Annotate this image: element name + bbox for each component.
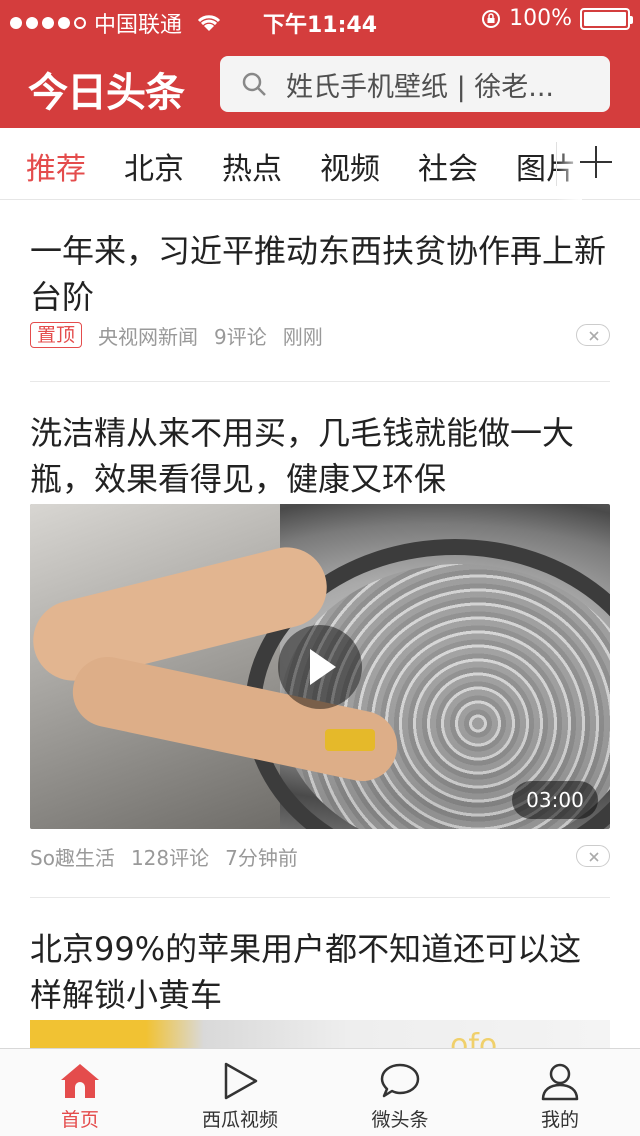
battery-icon [580, 7, 633, 30]
app-header: 中国联通 下午11:44 100% 今日头条 姓氏手机壁纸 | 徐老... [0, 0, 640, 128]
article-item[interactable]: 洗洁精从来不用买，几毛钱就能做一大瓶，效果看得见，健康又环保 [30, 410, 610, 502]
article-meta: So趣生活 128评论 7分钟前 [30, 842, 314, 870]
tab-recommend[interactable]: 推荐 [26, 144, 86, 188]
article-title[interactable]: 北京99%的苹果用户都不知道还可以这样解锁小黄车 [30, 926, 610, 1018]
chat-bubble-icon [380, 1063, 420, 1098]
bottom-tab-bar: 首页 西瓜视频 微头条 我的 [0, 1048, 640, 1136]
article-comments: 128评论 [130, 845, 210, 870]
add-channel-icon[interactable] [580, 146, 612, 178]
dismiss-button[interactable] [576, 845, 610, 867]
article-item[interactable]: 一年来，习近平推动东西扶贫协作再上新台阶 [30, 228, 610, 320]
feed-divider [30, 381, 610, 382]
article-item[interactable]: 北京99%的苹果用户都不知道还可以这样解锁小黄车 [30, 926, 610, 1018]
bike-logo-image: ofo [450, 1028, 498, 1048]
status-bar: 中国联通 下午11:44 100% [0, 0, 640, 40]
app-bar: 今日头条 姓氏手机壁纸 | 徐老... [0, 40, 640, 128]
article-comments: 9评论 [214, 324, 267, 349]
tab-divider [556, 142, 557, 186]
tab-video[interactable]: 视频 [320, 144, 380, 188]
tabbar-profile[interactable]: 我的 [480, 1049, 640, 1136]
article-source[interactable]: 央视网新闻 [98, 321, 198, 350]
dismiss-button[interactable] [576, 324, 610, 346]
article-time: 刚刚 [282, 324, 323, 349]
article-thumbnail[interactable]: ofo [30, 1020, 610, 1048]
article-meta: 置顶 央视网新闻 9评论 刚刚 [30, 321, 339, 349]
tabbar-label: 西瓜视频 [201, 1109, 278, 1131]
channel-tabs: 推荐 北京 热点 视频 社会 图片 [0, 128, 640, 200]
tab-beijing[interactable]: 北京 [124, 144, 184, 188]
tabbar-micro-headlines[interactable]: 微头条 [320, 1049, 480, 1136]
search-icon [242, 72, 266, 96]
pinned-badge: 置顶 [30, 322, 83, 348]
video-duration: 03:00 [512, 781, 598, 819]
search-bar[interactable]: 姓氏手机壁纸 | 徐老... [220, 56, 610, 112]
person-icon [541, 1063, 579, 1101]
article-time: 7分钟前 [225, 845, 298, 870]
play-icon [224, 1062, 258, 1100]
article-title[interactable]: 一年来，习近平推动东西扶贫协作再上新台阶 [30, 228, 610, 320]
search-placeholder: 姓氏手机壁纸 | 徐老... [286, 71, 555, 103]
home-icon [61, 1064, 99, 1098]
feed-divider [30, 897, 610, 898]
tabbar-xigua-video[interactable]: 西瓜视频 [160, 1049, 320, 1136]
tabbar-home[interactable]: 首页 [0, 1049, 160, 1136]
tabbar-label: 首页 [60, 1109, 99, 1131]
video-thumbnail[interactable]: 03:00 [30, 504, 610, 829]
tab-society[interactable]: 社会 [418, 144, 478, 188]
battery-percent: 100% [509, 6, 572, 31]
article-source[interactable]: So趣生活 [30, 842, 115, 871]
rotation-lock-icon [482, 9, 501, 28]
tab-hot[interactable]: 热点 [222, 144, 282, 188]
tabbar-label: 我的 [540, 1109, 579, 1131]
play-button[interactable] [278, 625, 362, 709]
app-logo[interactable]: 今日头条 [28, 60, 185, 118]
news-feed[interactable]: 一年来，习近平推动东西扶贫协作再上新台阶 置顶 央视网新闻 9评论 刚刚 洗洁精… [0, 200, 640, 1048]
article-title[interactable]: 洗洁精从来不用买，几毛钱就能做一大瓶，效果看得见，健康又环保 [30, 410, 610, 502]
close-icon [589, 852, 599, 862]
play-icon [310, 649, 336, 685]
close-icon [589, 331, 599, 341]
tabbar-label: 微头条 [371, 1109, 429, 1131]
